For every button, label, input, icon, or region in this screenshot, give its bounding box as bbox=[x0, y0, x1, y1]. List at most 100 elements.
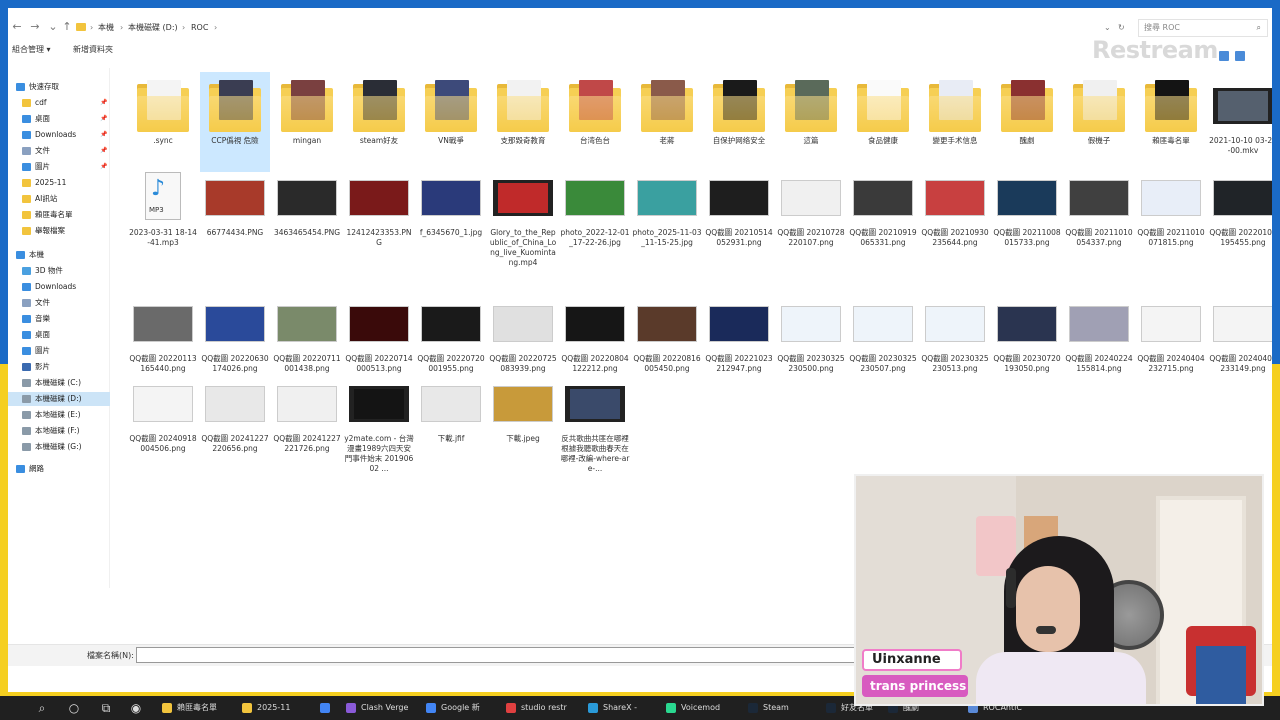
folder-item[interactable]: 醜劇 bbox=[992, 72, 1062, 172]
folder-item[interactable]: 老蔣 bbox=[632, 72, 702, 172]
file-item[interactable]: QQ截圖 20240918004506.png bbox=[128, 370, 198, 470]
search-input[interactable]: 搜尋 ROC ⌕ bbox=[1138, 19, 1268, 37]
sidebar-item[interactable]: 影片 bbox=[8, 360, 110, 374]
forward-arrow-icon[interactable]: → bbox=[28, 20, 42, 34]
file-item[interactable]: QQ截圖 20211010054337.png bbox=[1064, 164, 1134, 264]
file-item[interactable]: QQ截圖 20211010071815.png bbox=[1136, 164, 1206, 264]
sidebar-item[interactable]: 3D 物件 bbox=[8, 264, 110, 278]
taskbar-app[interactable]: Google 新 bbox=[426, 700, 480, 716]
file-item[interactable]: QQ截圖 20240404233149.png bbox=[1208, 290, 1272, 390]
sidebar-item[interactable]: cdf 📌 bbox=[8, 96, 110, 110]
folder-item[interactable]: 自保护网络安全 bbox=[704, 72, 774, 172]
breadcrumb-item[interactable]: ROC bbox=[191, 19, 208, 37]
help-icon[interactable] bbox=[1235, 51, 1245, 61]
search-icon[interactable]: ○ bbox=[66, 700, 82, 716]
folder-item[interactable]: VN戰爭 bbox=[416, 72, 486, 172]
sidebar-header[interactable]: 快速存取 bbox=[8, 80, 110, 94]
sidebar-item[interactable]: 圖片 📌 bbox=[8, 160, 110, 174]
task-view-icon[interactable]: ⧉ bbox=[98, 700, 114, 716]
file-item[interactable]: QQ截圖 20240404232715.png bbox=[1136, 290, 1206, 390]
file-item[interactable]: QQ截圖 20220816005450.png bbox=[632, 290, 702, 390]
breadcrumb-item[interactable]: 本機 bbox=[98, 19, 114, 37]
file-item[interactable]: QQ截圖 20210919065331.png bbox=[848, 164, 918, 264]
sidebar-item[interactable]: 圖片 bbox=[8, 344, 110, 358]
file-item[interactable]: Glory_to_the_Republic_of_China_Long_live… bbox=[488, 164, 558, 267]
folder-item[interactable]: 這篇 bbox=[776, 72, 846, 172]
folder-item[interactable]: CCP僞視 危險 bbox=[200, 72, 270, 172]
taskbar-app[interactable]: studio restr bbox=[506, 700, 567, 716]
file-item[interactable]: QQ截圖 20241227221726.png bbox=[272, 370, 342, 470]
filename-input[interactable] bbox=[136, 647, 856, 663]
folder-item[interactable]: 假機子 bbox=[1064, 72, 1134, 172]
file-item[interactable]: QQ截圖 20241227220656.png bbox=[200, 370, 270, 470]
sidebar-item[interactable]: 賴匪毒名單 bbox=[8, 208, 110, 222]
address-path[interactable]: › 本機 › 本機磁碟 (D:) › ROC › ⌄ ↻ bbox=[76, 19, 1132, 37]
folder-item[interactable]: 台湾色台 bbox=[560, 72, 630, 172]
folder-item[interactable]: 食品健康 bbox=[848, 72, 918, 172]
file-item[interactable]: QQ截圖 20210930235644.png bbox=[920, 164, 990, 264]
file-item[interactable]: y2mate.com - 台灣漫畫1989六四天安門事件始末 20190602 … bbox=[344, 370, 414, 473]
sidebar-header[interactable]: 網路 bbox=[8, 462, 110, 476]
file-item[interactable]: 2021-10-10 03-29-00.mkv bbox=[1208, 72, 1272, 172]
sidebar-item[interactable]: 本地磁碟 (E:) bbox=[8, 408, 110, 422]
file-item[interactable]: QQ截圖 20211008015733.png bbox=[992, 164, 1062, 264]
steam-icon[interactable]: ◉ bbox=[128, 700, 144, 716]
folder-item[interactable]: 賴匪毒名單 bbox=[1136, 72, 1206, 172]
file-item[interactable]: QQ截圖 20220104195455.png bbox=[1208, 164, 1272, 264]
taskbar-app[interactable]: Voicemod bbox=[666, 700, 720, 716]
file-item[interactable]: photo_2025-11-03_11-15-25.jpg bbox=[632, 164, 702, 264]
sidebar-item[interactable]: 本機磁碟 (D:) bbox=[8, 392, 110, 406]
up-arrow-icon[interactable]: ↑ bbox=[60, 20, 74, 34]
file-item[interactable]: QQ截圖 20210514052931.png bbox=[704, 164, 774, 264]
file-item[interactable]: 66774434.PNG bbox=[200, 164, 270, 264]
file-item[interactable]: QQ截圖 20230720193050.png bbox=[992, 290, 1062, 390]
file-item[interactable]: QQ截圖 20230325230507.png bbox=[848, 290, 918, 390]
organize-button[interactable]: 組合管理 ▾ bbox=[12, 42, 51, 58]
search-icon[interactable]: ⌕ bbox=[34, 700, 50, 716]
taskbar-app[interactable]: 賴匪毒名單 bbox=[162, 700, 217, 716]
sidebar-item[interactable]: 本地磁碟 (F:) bbox=[8, 424, 110, 438]
file-item[interactable]: 下載.jpeg bbox=[488, 370, 558, 470]
file-item[interactable]: QQ截圖 20230325230513.png bbox=[920, 290, 990, 390]
taskbar-app[interactable]: Clash Verge bbox=[346, 700, 408, 716]
sidebar-item[interactable]: 文件 📌 bbox=[8, 144, 110, 158]
file-item[interactable]: QQ截圖 20210728220107.png bbox=[776, 164, 846, 264]
back-arrow-icon[interactable]: ← bbox=[10, 20, 24, 34]
recent-dropdown-icon[interactable]: ⌄ bbox=[46, 20, 60, 34]
sidebar-item[interactable]: 本機磁碟 (C:) bbox=[8, 376, 110, 390]
sidebar-item[interactable]: 音樂 bbox=[8, 312, 110, 326]
file-item[interactable]: QQ截圖 20221023212947.png bbox=[704, 290, 774, 390]
folder-item[interactable]: mingan bbox=[272, 72, 342, 172]
sidebar-item[interactable]: 2025-11 bbox=[8, 176, 110, 190]
new-folder-button[interactable]: 新增資料夾 bbox=[73, 42, 113, 58]
taskbar-app[interactable]: ShareX - bbox=[588, 700, 637, 716]
folder-item[interactable]: 變更手术信息 bbox=[920, 72, 990, 172]
file-item[interactable]: 3463465454.PNG bbox=[272, 164, 342, 264]
sidebar-item[interactable]: 本機磁碟 (G:) bbox=[8, 440, 110, 454]
sidebar-header[interactable]: 本機 bbox=[8, 248, 110, 262]
sidebar-item[interactable]: 文件 bbox=[8, 296, 110, 310]
sidebar-item[interactable]: 桌面 bbox=[8, 328, 110, 342]
file-item[interactable]: 反共歌曲共匪在哪裡根據我聽歌曲春天在哪裡-改編-where-are-... bbox=[560, 370, 630, 473]
taskbar-app[interactable]: 2025-11 bbox=[242, 700, 290, 716]
taskbar-app[interactable] bbox=[320, 700, 335, 716]
refresh-icon[interactable]: ↻ bbox=[1118, 19, 1125, 37]
folder-item[interactable]: steam好友 bbox=[344, 72, 414, 172]
sidebar-item[interactable]: AI訊站 bbox=[8, 192, 110, 206]
file-item[interactable]: QQ截圖 20240224155814.png bbox=[1064, 290, 1134, 390]
folder-item[interactable]: 支那毀奇教育 bbox=[488, 72, 558, 172]
file-item[interactable]: 12412423353.PNG bbox=[344, 164, 414, 264]
sidebar-item[interactable]: 桌面 📌 bbox=[8, 112, 110, 126]
file-item[interactable]: photo_2022-12-01_17-22-26.jpg bbox=[560, 164, 630, 264]
file-item[interactable]: QQ截圖 20230325230500.png bbox=[776, 290, 846, 390]
file-item[interactable]: 下載.jfif bbox=[416, 370, 486, 470]
breadcrumb-item[interactable]: 本機磁碟 (D:) bbox=[128, 19, 178, 37]
sidebar-item[interactable]: Downloads bbox=[8, 280, 110, 294]
sidebar-item[interactable]: Downloads 📌 bbox=[8, 128, 110, 142]
chevron-down-icon[interactable]: ⌄ bbox=[1104, 19, 1111, 37]
sidebar-item[interactable]: 舉報檔案 bbox=[8, 224, 110, 238]
folder-item[interactable]: .sync bbox=[128, 72, 198, 172]
taskbar-app[interactable]: Steam bbox=[748, 700, 789, 716]
file-item[interactable]: f_6345670_1.jpg bbox=[416, 164, 486, 264]
view-mode-icon[interactable] bbox=[1219, 51, 1229, 61]
